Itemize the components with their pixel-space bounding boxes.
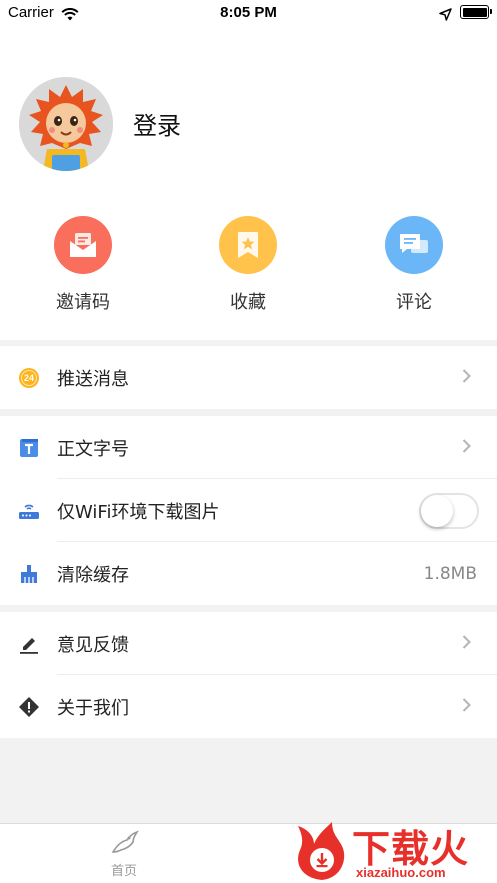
chevron-right-icon (462, 438, 471, 457)
battery-icon (460, 5, 492, 19)
menu-item-wifi-images: 仅WiFi环境下载图片 (0, 479, 497, 542)
pencil-icon (18, 633, 40, 655)
profile-section: 登录 邀请码 收藏 评论 (0, 26, 497, 340)
menu-item-label: 关于我们 (57, 697, 129, 719)
menu-item-clear-cache[interactable]: 清除缓存 1.8MB (0, 542, 497, 605)
menu-item-label: 推送消息 (57, 368, 129, 390)
comments-button[interactable]: 评论 (354, 216, 474, 314)
chat-bubbles-icon (385, 216, 443, 274)
login-link[interactable]: 登录 (133, 106, 181, 141)
push-24-icon: 24 (18, 367, 40, 389)
menu-item-label: 正文字号 (57, 438, 129, 460)
flame-logo-icon (298, 822, 345, 880)
watermark-url: xiazaihuo.com (356, 865, 446, 880)
avatar[interactable] (19, 77, 113, 171)
bookmark-star-icon (219, 216, 277, 274)
broom-icon (18, 563, 40, 585)
menu-item-label: 清除缓存 (57, 564, 129, 586)
favorites-label: 收藏 (230, 292, 266, 313)
status-bar: Carrier 8:05 PM (0, 0, 497, 26)
about-group: 意见反馈 关于我们 (0, 612, 497, 738)
push-group: 24 推送消息 (0, 346, 497, 409)
chevron-right-icon (462, 697, 471, 716)
text-size-icon (18, 437, 40, 459)
comments-label: 评论 (396, 292, 432, 313)
invite-code-label: 邀请码 (56, 292, 110, 313)
toggle-knob (421, 494, 453, 527)
tab-home-label: 首页 (110, 864, 137, 879)
cache-size-value: 1.8MB (423, 563, 477, 584)
favorites-button[interactable]: 收藏 (188, 216, 308, 314)
router-icon (18, 500, 40, 522)
push-badge-text: 24 (23, 372, 34, 383)
menu-item-font-size[interactable]: 正文字号 (0, 416, 497, 479)
tab-home[interactable]: 首页 (94, 830, 154, 879)
settings-group: 正文字号 仅WiFi环境下载图片 清除缓存 1.8MB (0, 416, 497, 605)
wifi-images-toggle[interactable] (419, 492, 479, 529)
menu-item-about[interactable]: 关于我们 (0, 675, 497, 738)
warning-diamond-icon (18, 696, 40, 718)
watermark-logo: 下载火 xiazaihuo.com (292, 818, 497, 883)
menu-item-push[interactable]: 24 推送消息 (0, 346, 497, 409)
menu-item-feedback[interactable]: 意见反馈 (0, 612, 497, 675)
location-arrow-icon (439, 6, 452, 25)
clock: 8:05 PM (220, 4, 277, 21)
envelope-icon (54, 216, 112, 274)
menu-item-label: 仅WiFi环境下载图片 (57, 501, 220, 523)
chevron-right-icon (462, 368, 471, 387)
invite-code-button[interactable]: 邀请码 (23, 216, 143, 314)
chevron-right-icon (462, 634, 471, 653)
menu-item-label: 意见反馈 (57, 634, 129, 656)
home-tab-icon (111, 830, 139, 853)
lion-mascot-icon (19, 77, 113, 171)
